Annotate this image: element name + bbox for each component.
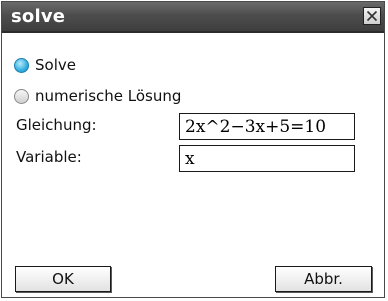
close-button[interactable] [363,7,381,25]
variable-value: x [185,149,195,169]
ok-button[interactable]: OK [15,266,111,292]
radio-solve[interactable] [14,57,29,73]
close-icon [366,10,378,22]
solve-option[interactable]: Solve [14,54,76,76]
cancel-button[interactable]: Abbr. [275,266,372,292]
numeric-solution-label: numerische Lösung [35,87,182,105]
equation-label: Gleichung: [16,116,97,134]
variable-label: Variable: [16,148,82,166]
solve-dialog: solve Solve numerische Lösung Gleichung:… [1,1,385,298]
title-bar: solve [2,2,384,33]
radio-numeric-solution[interactable] [14,88,29,104]
variable-input[interactable]: x [179,145,355,172]
solve-option-label: Solve [35,56,76,74]
equation-value: 2x^2−3x+5=10 [185,117,327,137]
numeric-solution-option[interactable]: numerische Lösung [14,85,181,107]
dialog-title: solve [11,6,66,27]
equation-input[interactable]: 2x^2−3x+5=10 [179,113,355,140]
dialog-content: Solve numerische Lösung Gleichung: 2x^2−… [2,33,384,297]
